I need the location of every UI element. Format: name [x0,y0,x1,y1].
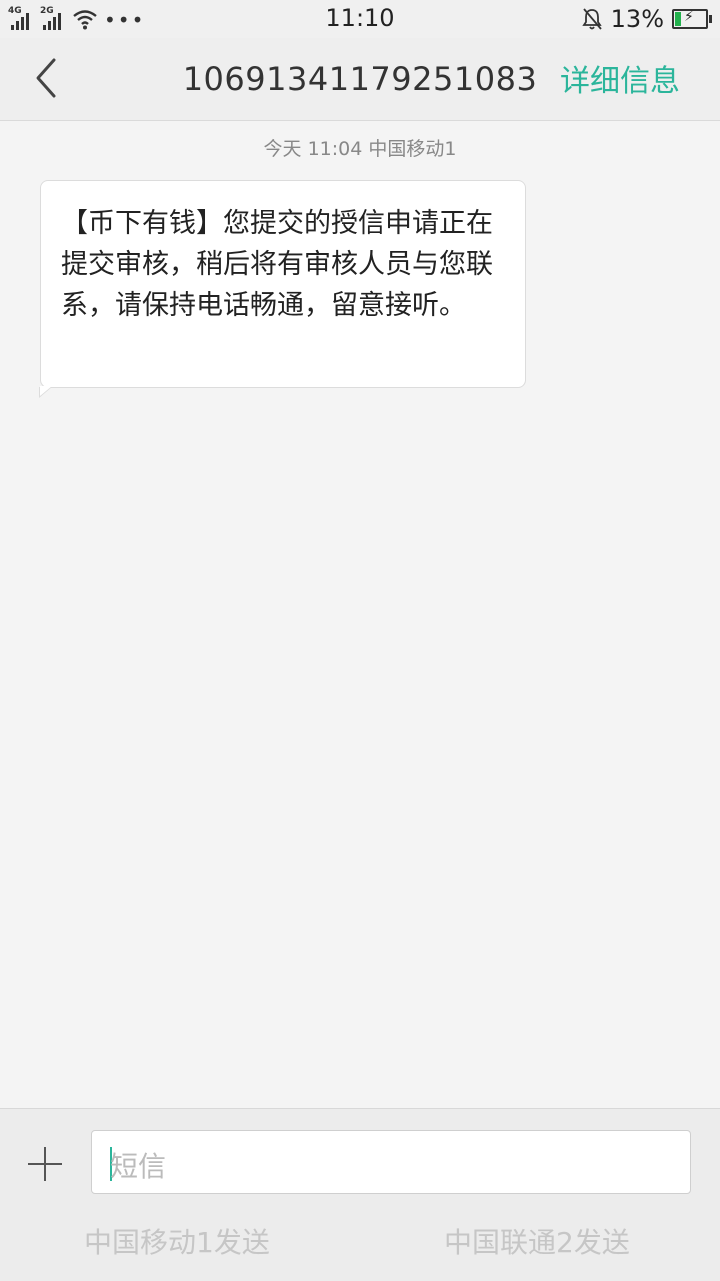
battery-percent: 13% [610,5,664,33]
battery-icon: ⚡ [672,9,712,29]
sms-input[interactable]: 短信 [91,1130,691,1194]
incoming-message-bubble[interactable]: 【币下有钱】您提交的授信申请正在提交审核，稍后将有审核人员与您联系，请保持电话畅… [40,180,526,388]
plus-icon[interactable] [26,1145,64,1183]
send-sim2-button[interactable]: 中国联通2发送 [444,1221,630,1261]
message-text: 【币下有钱】您提交的授信申请正在提交审核，稍后将有审核人员与您联系，请保持电话畅… [61,208,493,321]
bubble-tail [40,386,52,396]
status-bar: 4G 2G ••• 11:10 13% ⚡ [0,0,720,38]
charging-bolt-icon: ⚡ [684,9,694,25]
battery-fill [675,12,681,26]
bell-muted-icon [581,8,602,30]
conversation-header: 10691341179251083 详细信息 [0,38,720,121]
status-right: 13% ⚡ [581,5,712,33]
details-button[interactable]: 详细信息 [560,56,680,100]
composer-bar: 短信 中国移动1发送 中国联通2发送 [0,1108,720,1281]
send-sim1-button[interactable]: 中国移动1发送 [84,1221,270,1261]
message-timestamp: 今天 11:04 中国移动1 [263,138,457,160]
sms-input-placeholder: 短信 [110,1150,167,1183]
